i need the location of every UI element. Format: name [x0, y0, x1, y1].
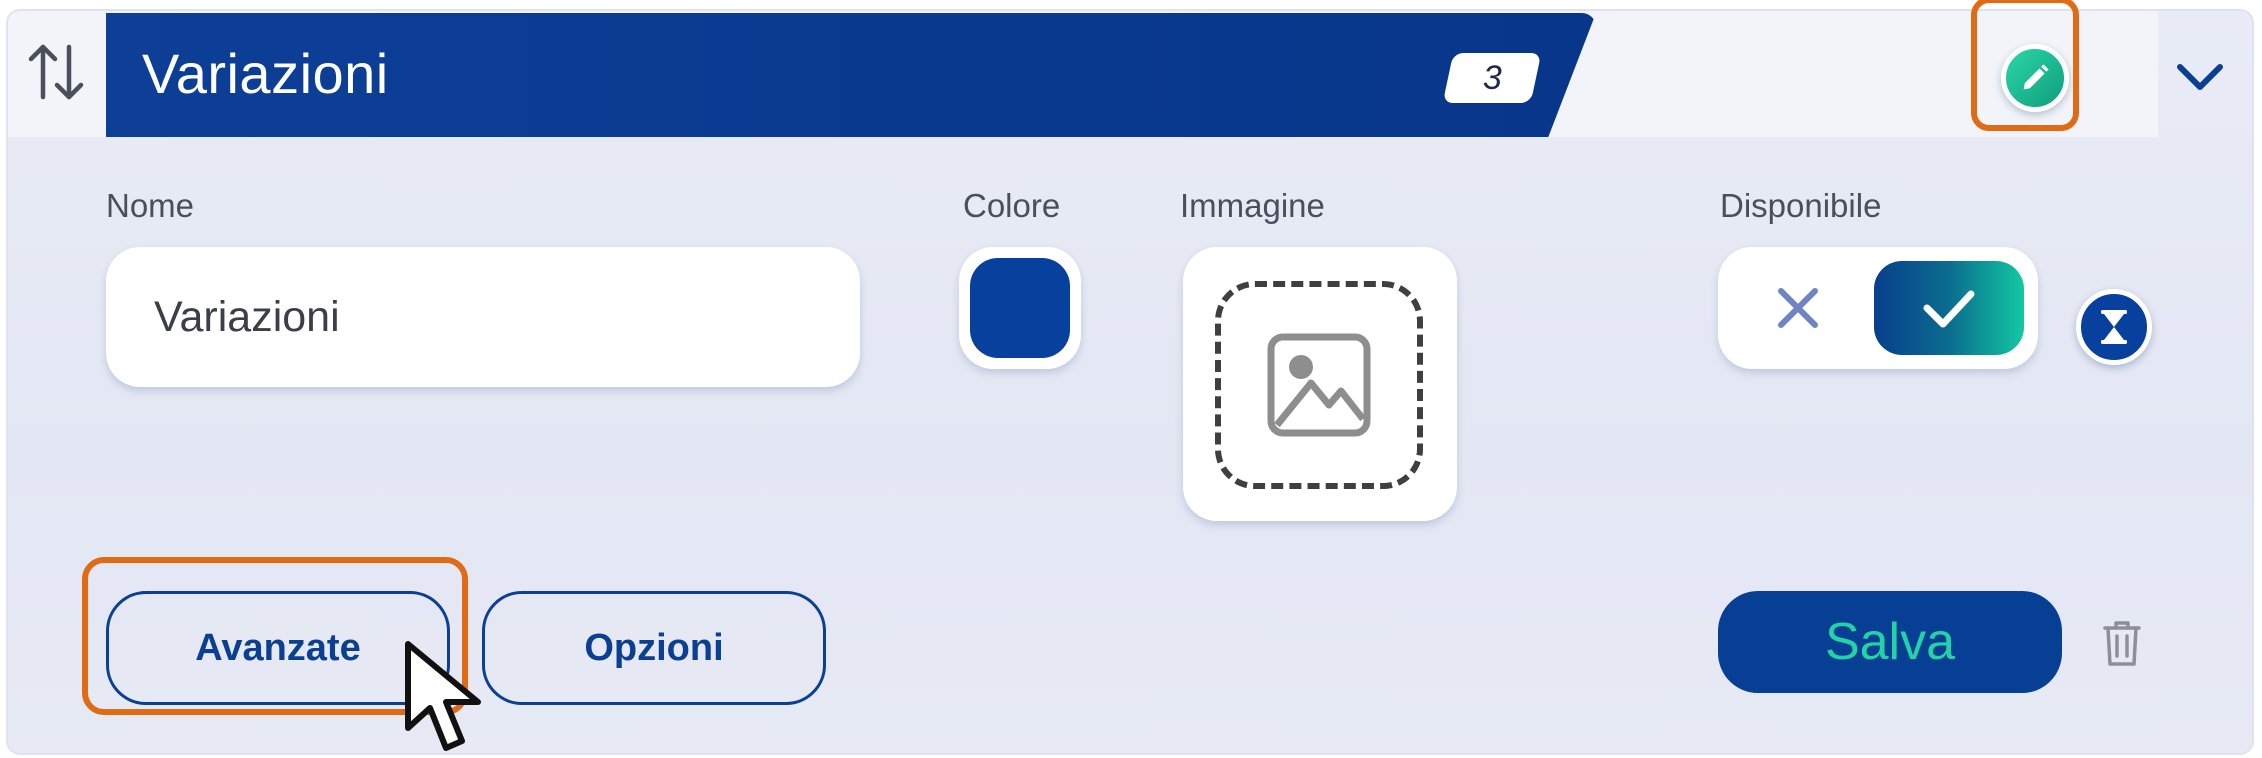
availability-toggle[interactable]: [1718, 247, 2038, 369]
mouse-pointer-icon: [405, 641, 481, 751]
available-label: Disponibile: [1720, 187, 1882, 224]
image-upload[interactable]: [1183, 247, 1457, 521]
close-icon: [1778, 288, 1818, 328]
item-count-badge: 3: [1442, 53, 1542, 103]
checkmark-icon: [1923, 290, 1975, 328]
sort-arrows-icon[interactable]: [16, 31, 96, 111]
toggle-no-option[interactable]: [1748, 261, 1848, 355]
save-button[interactable]: Salva: [1718, 591, 2062, 693]
image-placeholder-icon: [1267, 333, 1371, 437]
image-label: Immagine: [1180, 187, 1325, 224]
chevron-down-icon: [2177, 64, 2223, 90]
color-swatch-fill: [970, 258, 1070, 358]
group-title: Variazioni: [142, 42, 389, 105]
collapse-button[interactable]: [2162, 39, 2238, 115]
hourglass-icon: [2101, 310, 2127, 344]
toggle-yes-option[interactable]: [1874, 261, 2024, 355]
name-label: Nome: [106, 187, 195, 224]
schedule-button[interactable]: [2076, 289, 2152, 365]
trash-icon: [2103, 621, 2141, 666]
delete-button[interactable]: [2090, 607, 2154, 679]
name-input[interactable]: [106, 247, 860, 387]
image-dropzone[interactable]: [1215, 281, 1423, 489]
color-label: Colore: [963, 187, 1061, 224]
options-button[interactable]: Opzioni: [482, 591, 826, 705]
edit-highlight-box: [1971, 0, 2079, 131]
color-picker[interactable]: [959, 247, 1081, 369]
